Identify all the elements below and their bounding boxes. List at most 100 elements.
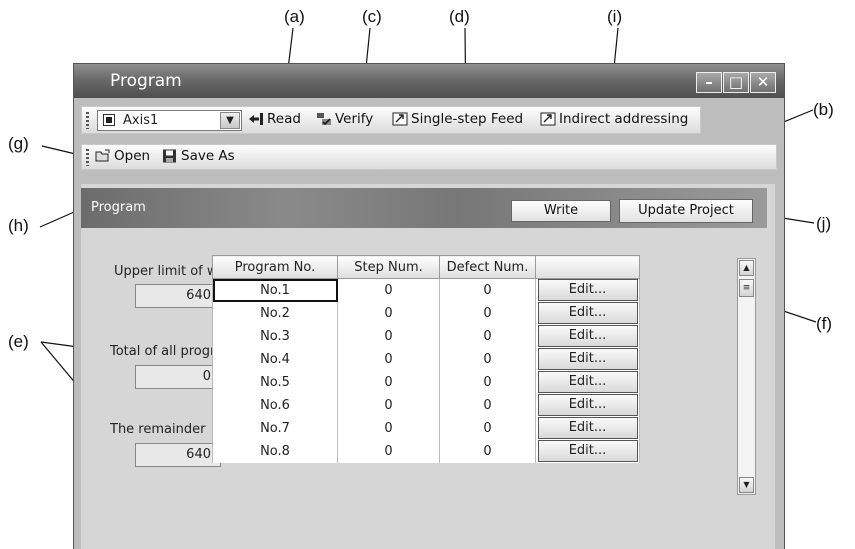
toolbar-grip[interactable] [86, 112, 89, 129]
step-num-cell[interactable]: 0 [337, 347, 440, 371]
program-no-cell[interactable]: No.3 [212, 324, 338, 348]
step-num-cell[interactable]: 0 [337, 416, 440, 440]
defect-num-cell[interactable]: 0 [439, 278, 536, 302]
step-num-cell[interactable]: 0 [337, 439, 440, 463]
defect-num-cell[interactable]: 0 [439, 370, 536, 394]
step-num-cell[interactable]: 0 [337, 301, 440, 325]
scroll-thumb[interactable]: ≡ [739, 279, 754, 297]
callout-b: (b) [813, 100, 834, 119]
table-scrollbar[interactable]: ▲ ≡ ▼ [737, 258, 756, 495]
edit-cell: Edit... [535, 416, 640, 440]
total-program-value: 0 [135, 365, 221, 389]
edit-cell: Edit... [535, 301, 640, 325]
step-num-cell[interactable]: 0 [337, 393, 440, 417]
edit-cell: Edit... [535, 324, 640, 348]
defect-num-cell[interactable]: 0 [439, 439, 536, 463]
defect-num-cell[interactable]: 0 [439, 301, 536, 325]
open-button[interactable]: Open [95, 148, 150, 164]
program-no-cell[interactable]: No.2 [212, 301, 338, 325]
indirect-addressing-label: Indirect addressing [559, 111, 689, 127]
edit-button[interactable]: Edit... [537, 348, 638, 370]
step-num-cell[interactable]: 0 [337, 324, 440, 348]
chevron-down-icon[interactable]: ▼ [220, 112, 240, 129]
table-row: No.3 0 0 Edit... [212, 324, 640, 348]
edit-button[interactable]: Edit... [537, 279, 638, 302]
program-panel-header: Program Write Update Project [81, 188, 767, 228]
step-num-cell[interactable]: 0 [337, 278, 440, 302]
column-header-step-num[interactable]: Step Num. [337, 255, 440, 279]
axis-square-icon [103, 114, 115, 126]
program-no-cell[interactable]: No.1 [212, 278, 338, 302]
scroll-down-icon[interactable]: ▼ [739, 477, 754, 493]
edit-button[interactable]: Edit... [537, 371, 638, 393]
program-no-cell[interactable]: No.7 [212, 416, 338, 440]
defect-num-cell[interactable]: 0 [439, 416, 536, 440]
save-disk-icon [162, 149, 178, 163]
edit-button[interactable]: Edit... [537, 440, 638, 462]
panel-title: Program [91, 200, 146, 215]
verify-button[interactable]: Verify [316, 111, 373, 127]
program-no-cell[interactable]: No.8 [212, 439, 338, 463]
callout-h: (h) [8, 216, 29, 235]
close-icon[interactable]: ✕ [750, 72, 776, 93]
program-table: Program No. Step Num. Defect Num. No.1 0… [212, 255, 640, 463]
callout-j: (j) [816, 214, 832, 233]
write-button[interactable]: Write [511, 200, 611, 222]
defect-num-cell[interactable]: 0 [439, 324, 536, 348]
table-row: No.5 0 0 Edit... [212, 370, 640, 394]
callout-d: (d) [449, 7, 470, 26]
defect-num-cell[interactable]: 0 [439, 393, 536, 417]
read-button[interactable]: Read [248, 111, 301, 127]
folder-open-icon [95, 149, 111, 163]
arrow-box-icon [392, 112, 408, 126]
program-no-cell[interactable]: No.6 [212, 393, 338, 417]
defect-num-cell[interactable]: 0 [439, 347, 536, 371]
toolbar-main: Axis1 ▼ Read Verify Single-step Feed Ind… [81, 106, 701, 134]
single-step-feed-button[interactable]: Single-step Feed [392, 111, 523, 127]
title-bar[interactable]: Program – □ ✕ [74, 64, 784, 98]
edit-cell: Edit... [535, 439, 640, 463]
edit-button[interactable]: Edit... [537, 394, 638, 416]
update-project-button[interactable]: Update Project [619, 199, 753, 223]
axis-select[interactable]: Axis1 ▼ [97, 110, 242, 131]
maximize-icon[interactable]: □ [723, 72, 749, 93]
step-num-cell[interactable]: 0 [337, 370, 440, 394]
edit-cell: Edit... [535, 370, 640, 394]
callout-f: (f) [816, 314, 833, 333]
callout-i: (i) [607, 7, 623, 26]
table-row: No.1 0 0 Edit... [212, 278, 640, 302]
read-arrow-icon [248, 112, 264, 126]
axis-select-value: Axis1 [123, 113, 159, 128]
table-row: No.6 0 0 Edit... [212, 393, 640, 417]
callout-c: (c) [362, 7, 382, 26]
remainder-label: The remainder [110, 422, 206, 437]
verify-label: Verify [335, 111, 374, 127]
table-row: No.4 0 0 Edit... [212, 347, 640, 371]
toolbar-grip[interactable] [86, 149, 89, 166]
open-label: Open [114, 148, 151, 164]
single-step-feed-label: Single-step Feed [411, 111, 524, 127]
minimize-icon[interactable]: – [696, 72, 722, 93]
table-row: No.2 0 0 Edit... [212, 301, 640, 325]
edit-cell: Edit... [535, 347, 640, 371]
column-header-edit [535, 255, 640, 279]
edit-button[interactable]: Edit... [537, 302, 638, 324]
edit-button[interactable]: Edit... [537, 325, 638, 347]
remainder-value: 640 [135, 443, 221, 467]
toolbar-file: Open Save As [81, 144, 777, 170]
edit-button[interactable]: Edit... [537, 417, 638, 439]
program-no-cell[interactable]: No.4 [212, 347, 338, 371]
callout-e: (e) [8, 332, 29, 351]
callout-g: (g) [8, 134, 29, 153]
table-row: No.7 0 0 Edit... [212, 416, 640, 440]
program-no-cell[interactable]: No.5 [212, 370, 338, 394]
window-title: Program [110, 71, 182, 91]
column-header-program-no[interactable]: Program No. [212, 255, 338, 279]
column-header-defect-num[interactable]: Defect Num. [439, 255, 536, 279]
callout-a: (a) [284, 7, 305, 26]
indirect-addressing-button[interactable]: Indirect addressing [540, 111, 688, 127]
scroll-up-icon[interactable]: ▲ [739, 260, 754, 276]
save-as-button[interactable]: Save As [162, 148, 235, 164]
verify-icon [316, 112, 332, 126]
upper-limit-value: 640 [135, 284, 221, 308]
